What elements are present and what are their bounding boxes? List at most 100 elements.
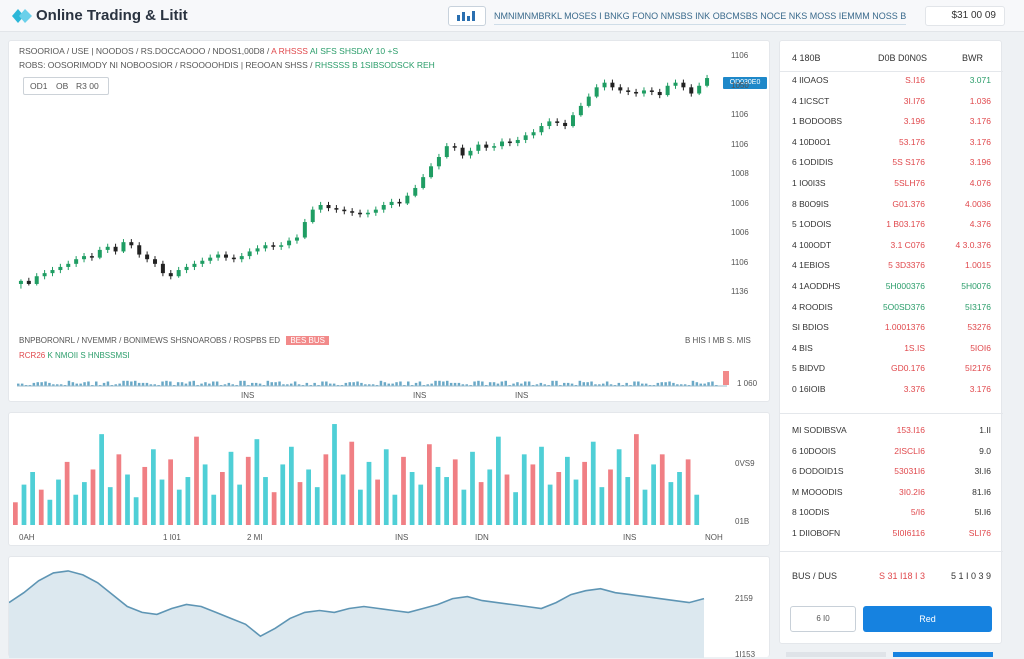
candle-body [263, 245, 268, 249]
area-chart-panel: 2159 1I153 [8, 556, 770, 659]
candle [610, 79, 615, 91]
volume-bar [297, 482, 303, 525]
order-book-row[interactable]: 4 BIS 1S.IS 5IOI6 [780, 339, 1003, 359]
indicator-bar [395, 382, 398, 386]
order-book-row[interactable]: 4 100ODT 3.1 C076 4 3.0.376 [780, 236, 1003, 256]
quantity-input[interactable]: 6 I0 [790, 606, 856, 632]
trade-button[interactable]: Red [863, 606, 992, 632]
order-book-row[interactable]: 4 1EBIOS 5 3D3376 1.0015 [780, 256, 1003, 276]
row-symbol: 6 10DOOIS [792, 445, 836, 456]
order-book-row[interactable]: 1 IO0I3S 5SLH76 4.076 [780, 174, 1003, 194]
candle-body [705, 78, 710, 86]
volume-bar [38, 489, 44, 525]
volume-bar [366, 461, 372, 525]
candle [34, 273, 39, 286]
order-book-row[interactable]: SI BDIOS 1.0001376 53276 [780, 318, 1003, 338]
price-chart-panel: RSOORIOA / USE | NOODOS / RS.DOCCAOOO / … [8, 40, 770, 402]
candle-body [168, 273, 173, 277]
volume-x-label-7: NOH [705, 533, 723, 542]
order-book-row[interactable]: 6 1ODIDIS 5S S176 3.196 [780, 153, 1003, 173]
indicator-bar [668, 381, 671, 386]
order-book-row[interactable]: 5 1ODOIS 1 B03.176 4.376 [780, 215, 1003, 235]
candle [634, 88, 639, 97]
row-symbol: 5 BIDVD [792, 363, 826, 374]
volume-bar [254, 439, 260, 525]
order-book-row[interactable]: 1 DIIOBOFN 5I0I6116 SLI76 [780, 524, 1003, 544]
candle-body [326, 205, 331, 209]
volume-bar [470, 451, 475, 525]
order-book-row[interactable]: 1 BODOOBS 3.196 3.176 [780, 112, 1003, 132]
candle-body [231, 257, 236, 260]
candle [263, 242, 268, 252]
candle-body [523, 135, 528, 140]
order-book-row[interactable]: 8 B0O9IS G01.376 4.0036 [780, 195, 1003, 215]
candle [689, 84, 694, 97]
volume-bar [608, 469, 613, 525]
indicator-bar [590, 381, 593, 386]
volume-bar [159, 479, 165, 525]
candle [539, 122, 544, 136]
volume-bar [547, 484, 553, 525]
row-price: 3.376 [903, 384, 925, 394]
candle [89, 253, 94, 261]
order-book-row[interactable]: 4 10D0O1 53.176 3.176 [780, 133, 1003, 153]
indicator-bar [711, 381, 714, 386]
order-book-row[interactable]: 8 10ODIS 5/I6 5I.I6 [780, 503, 1003, 523]
order-book-row[interactable]: 4 ROODIS 5O0SD376 5I3176 [780, 298, 1003, 318]
area-axis-bottom: 1I153 [735, 650, 756, 659]
volume-bar-chart[interactable] [9, 413, 709, 529]
order-book-row[interactable]: MI SODIBSVA 153.I16 1.II [780, 421, 1003, 441]
volume-bar [202, 464, 208, 525]
indicator-bar [352, 382, 355, 386]
order-book-row[interactable]: M MOOODIS 3I0.2I6 81.I6 [780, 483, 1003, 503]
candle-body [294, 237, 299, 241]
order-book-row[interactable]: 4 1ICSCT 3I.I76 1.036 [780, 92, 1003, 112]
row-symbol: 4 1ICSCT [792, 95, 830, 106]
order-book-row[interactable]: 4 IIOAOS S.I16 3.071 [780, 71, 1003, 91]
order-book-row[interactable]: 5 BIDVD GD0.176 5I2176 [780, 359, 1003, 379]
indicator-x-label-1: INS [241, 391, 255, 400]
order-book-row[interactable]: 4 1AODDHS 5H000376 5H0076 [780, 277, 1003, 297]
candle-body [476, 144, 481, 151]
area-chart[interactable] [9, 557, 709, 658]
volume-bar [314, 487, 320, 525]
volume-bar [82, 482, 87, 525]
indicator-bar [516, 382, 519, 386]
row-symbol: 4 100ODT [792, 239, 832, 250]
chart-type-button[interactable] [448, 6, 486, 26]
order-book-row[interactable]: 0 16IOIB 3.376 3.176 [780, 380, 1003, 400]
volume-bar [427, 444, 432, 525]
row-amount: 3.176 [969, 384, 991, 394]
order-book-head-amount: BWR [962, 53, 983, 63]
candle-body [145, 254, 150, 260]
candle [594, 84, 599, 99]
volume-bar [133, 497, 139, 525]
row-amount: 3I.I6 [974, 466, 991, 477]
candle [168, 270, 173, 280]
price-axis-label: 1136 [731, 287, 749, 296]
volume-bar [677, 472, 682, 525]
row-price: 153.I16 [896, 425, 925, 435]
volume-bar [332, 424, 337, 525]
candle-body [397, 201, 402, 204]
candle [531, 129, 536, 139]
bottom-tab-right[interactable] [893, 652, 993, 657]
order-book-row[interactable]: 6 10DOOIS 2ISCLI6 9.0 [780, 442, 1003, 462]
volume-bar [168, 459, 173, 525]
order-book-row[interactable]: 6 DODOID1S 53031I6 3I.I6 [780, 462, 1003, 482]
candle-body [184, 266, 189, 271]
top-bar: Online Trading & Litit NMNIMNMBRKL MOSES… [0, 0, 1024, 32]
volume-bar [418, 484, 424, 525]
candle [271, 242, 276, 250]
candlestick-chart[interactable] [9, 41, 771, 331]
candle-body [279, 245, 284, 247]
indicator-bar [122, 380, 125, 386]
candle-body [105, 246, 110, 250]
row-price: GD0.176 [890, 363, 925, 374]
row-price: G01.376 [892, 198, 925, 209]
ticker-strip[interactable]: NMNIMNMBRKL MOSES I BNKG FONO NMSBS INK … [494, 7, 906, 25]
candle-body [689, 87, 694, 94]
bottom-tab-left[interactable] [786, 652, 886, 657]
indicator-bar [492, 382, 496, 386]
row-symbol: 4 1AODDHS [792, 281, 841, 291]
